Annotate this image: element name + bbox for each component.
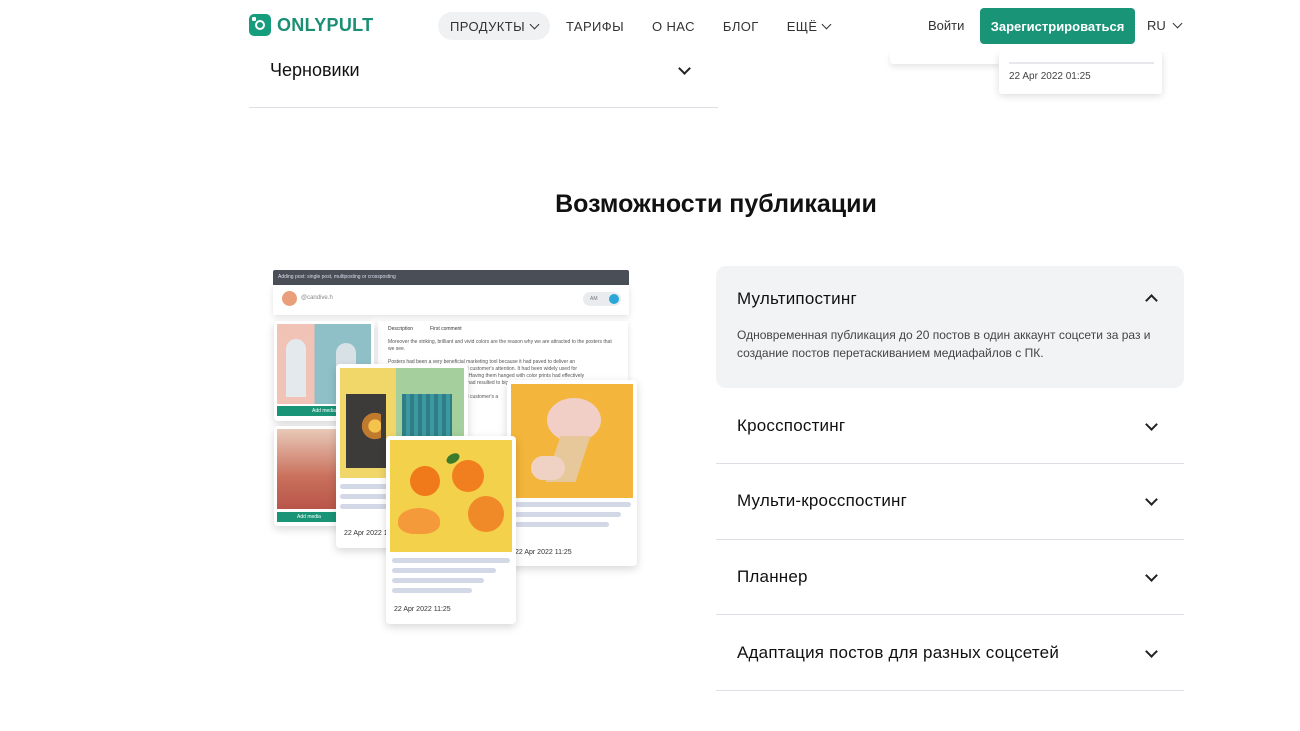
account-toggle: AM [583, 292, 621, 306]
post-card-date: 22 Apr 2022 11:25 [515, 549, 572, 556]
accordion-item-crossposting[interactable]: Кросспостинг [716, 388, 1184, 464]
accordion-title: Кросспостинг [737, 416, 846, 435]
media-card: Add media [274, 426, 344, 526]
skeleton-line [392, 578, 484, 583]
media-thumbnail [277, 429, 341, 509]
tab-first-comment: First comment [430, 326, 462, 332]
nav-item-blog[interactable]: БЛОГ [711, 12, 771, 40]
account-row: @candive.h AM [273, 285, 629, 315]
chevron-down-icon [1145, 418, 1158, 431]
site-header: ONLYPULT ПРОДУКТЫ ТАРИФЫ О НАС БЛОГ ЕЩЁ … [0, 0, 1300, 52]
drafts-label: Черновики [270, 60, 360, 80]
drafts-accordion-item[interactable]: Черновики [249, 50, 718, 108]
editor-text: ed customer's attention. It had been wid… [463, 366, 578, 372]
chevron-down-icon [529, 19, 540, 29]
preview-date-card: 22 Apr 2022 01:25 [999, 52, 1162, 94]
media-thumbnail-detail [286, 339, 306, 397]
post-card-date: 22 Apr 2022 11:25 [394, 606, 451, 613]
post-card: 22 Apr 2022 11:25 [507, 380, 637, 566]
add-media-bar: Add media [277, 512, 341, 522]
preview-skeleton-line [1009, 62, 1154, 64]
skeleton-line [392, 568, 496, 573]
editor-title-bar: Adding post: single post, multiposting o… [273, 270, 629, 285]
logo[interactable]: ONLYPULT [249, 14, 373, 36]
preview-card-behind [890, 52, 1000, 64]
logo-icon [249, 14, 271, 36]
language-label: RU [1147, 18, 1166, 33]
media-thumbnail-detail [531, 456, 565, 480]
skeleton-line [392, 558, 510, 563]
skeleton-line [515, 522, 609, 527]
chevron-down-icon [1145, 493, 1158, 506]
chevron-down-icon [1172, 18, 1183, 29]
skeleton-line [392, 588, 472, 593]
nav-item-label: ТАРИФЫ [566, 18, 624, 34]
logo-text: ONLYPULT [277, 14, 374, 35]
editor-title-text: Adding post: single post, multiposting o… [278, 274, 396, 280]
account-handle: @candive.h [301, 295, 333, 301]
accordion-item-planner[interactable]: Планнер [716, 540, 1184, 615]
editor-text: Moreover the striking, brilliant and viv… [388, 339, 612, 352]
register-button[interactable]: Зарегистрироваться [980, 8, 1135, 44]
accordion-item-multi-crossposting[interactable]: Мульти-кросспостинг [716, 464, 1184, 540]
accordion-item-multiposting[interactable]: Мультипостинг Одновременная публикация д… [716, 266, 1184, 388]
chevron-down-icon [1145, 645, 1158, 658]
publishing-illustration: Adding post: single post, multiposting o… [270, 268, 642, 628]
language-selector[interactable]: RU [1147, 18, 1183, 33]
nav-item-label: ЕЩЁ [786, 18, 818, 34]
chevron-down-icon [678, 62, 691, 75]
chevron-down-icon [1145, 569, 1158, 582]
avatar [282, 291, 297, 306]
section-title: Возможности публикации [555, 190, 877, 218]
tab-description: Description [388, 326, 414, 332]
nav-item-pricing[interactable]: ТАРИФЫ [554, 12, 636, 40]
post-card: 22 Apr 2022 11:25 [386, 436, 516, 624]
media-thumbnail-detail [398, 508, 440, 534]
editor-text: e. Having them hanged with color prints … [463, 373, 585, 379]
chevron-up-icon [1145, 294, 1158, 307]
accordion-title: Планнер [737, 567, 808, 586]
nav-item-products[interactable]: ПРОДУКТЫ [438, 12, 550, 40]
preview-card-date: 22 Apr 2022 01:25 [1009, 71, 1091, 82]
accordion-title: Мультипостинг [737, 289, 857, 308]
nav-item-about[interactable]: О НАС [640, 12, 707, 40]
nav-item-more[interactable]: ЕЩЁ [775, 12, 843, 40]
media-thumbnail-detail [452, 460, 484, 492]
accordion-body: Одновременная публикация до 20 постов в … [737, 328, 1151, 360]
nav-item-label: ПРОДУКТЫ [450, 18, 525, 34]
login-link[interactable]: Войти [928, 18, 964, 33]
nav-item-label: О НАС [652, 18, 695, 34]
accordion-item-post-adaptation[interactable]: Адаптация постов для разных соцсетей [716, 615, 1184, 691]
skeleton-line [515, 502, 631, 507]
page: 22 Apr 2022 01:25 Черновики ONLYPULT ПРО… [0, 0, 1300, 731]
media-thumbnail-detail [351, 404, 381, 448]
skeleton-line [515, 512, 621, 517]
chevron-down-icon [822, 19, 832, 29]
accordion-title: Адаптация постов для разных соцсетей [737, 643, 1060, 662]
nav-item-label: БЛОГ [722, 18, 759, 34]
accordion-title: Мульти-кросспостинг [737, 491, 908, 510]
media-thumbnail-detail [410, 466, 440, 496]
main-nav: ПРОДУКТЫ ТАРИФЫ О НАС БЛОГ ЕЩЁ [438, 12, 846, 40]
media-thumbnail-detail [468, 496, 504, 532]
